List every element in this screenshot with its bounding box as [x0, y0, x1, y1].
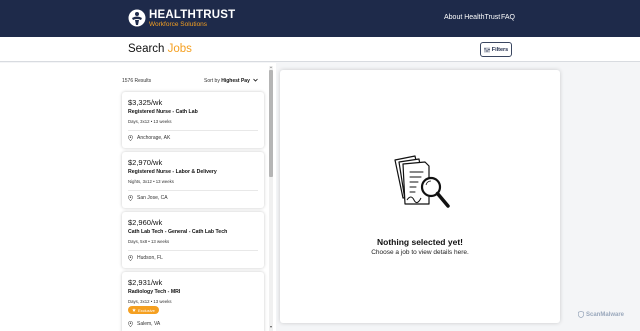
job-pay: $3,325/wk — [128, 98, 163, 107]
job-pay: $2,960/wk — [128, 218, 163, 227]
card-divider — [128, 250, 258, 251]
job-pay: $2,931/wk — [128, 278, 163, 287]
nav-about-link[interactable]: About HealthTrust — [444, 14, 500, 21]
scroll-down-icon[interactable]: ▾ — [269, 324, 273, 329]
filters-label: Filters — [491, 46, 509, 53]
job-title: Cath Lab Tech - General - Cath Lab Tech — [128, 229, 228, 235]
star-icon — [132, 308, 136, 312]
sort-dropdown[interactable]: Sort by Highest Pay — [204, 78, 259, 84]
badge-label: Exclusive — [138, 307, 155, 313]
location-pin-icon — [128, 255, 133, 261]
watermark-label: ScanMalware — [586, 311, 625, 318]
brand-title: HEALTHTRUST — [149, 9, 236, 21]
shield-icon — [578, 311, 584, 318]
search-bar: Search Jobs Filters — [0, 37, 640, 62]
job-location: Hudson, FL — [128, 255, 163, 261]
job-card[interactable]: $2,960/wk Cath Lab Tech - General - Cath… — [122, 212, 264, 268]
brand-subtitle: Workforce Solutions — [149, 21, 208, 28]
job-location: Salem, VA — [128, 321, 160, 327]
nav-faq-link[interactable]: FAQ — [501, 14, 515, 21]
scroll-up-icon[interactable]: ▲ — [269, 66, 273, 69]
scanmalware-watermark: ScanMalware — [578, 311, 624, 318]
job-location-text: Hudson, FL — [137, 255, 163, 261]
job-location: Anchorage, AK — [128, 135, 170, 141]
job-schedule: Nights, 3x12 • 13 weeks — [128, 179, 174, 184]
page-title-accent: Jobs — [167, 43, 192, 55]
page-title: Search Jobs — [128, 43, 192, 55]
card-divider — [128, 130, 258, 131]
location-pin-icon — [128, 195, 133, 201]
job-schedule: Days, 3x12 • 13 weeks — [128, 119, 172, 124]
job-title: Registered Nurse - Labor & Delivery — [128, 169, 217, 175]
job-card[interactable]: $3,325/wk Registered Nurse - Cath Lab Da… — [122, 92, 264, 148]
job-title: Registered Nurse - Cath Lab — [128, 109, 198, 115]
empty-state-title: Nothing selected yet! — [377, 237, 463, 247]
results-count: 1576 Results — [122, 78, 152, 84]
card-divider — [128, 190, 258, 191]
job-title: Radiology Tech - MRI — [128, 289, 181, 295]
job-location-text: Salem, VA — [137, 321, 161, 327]
empty-state-subtitle: Choose a job to view details here. — [371, 249, 469, 256]
job-pay: $2,970/wk — [128, 158, 163, 167]
job-location-text: Anchorage, AK — [137, 135, 171, 141]
documents-magnifier-icon — [394, 155, 450, 208]
scrollbar-thumb[interactable] — [269, 70, 273, 177]
sort-value: Highest Pay — [221, 78, 250, 84]
top-header: HEALTHTRUST Workforce Solutions About He… — [0, 0, 640, 37]
job-schedule: Days, 5x8 • 13 weeks — [128, 239, 170, 244]
page-title-prefix: Search — [128, 43, 165, 55]
list-scrollbar[interactable]: ▲ — [269, 66, 273, 331]
sort-prefix: Sort by — [204, 78, 220, 84]
job-card[interactable]: $2,970/wk Registered Nurse - Labor & Del… — [122, 152, 264, 208]
job-detail-panel: Nothing selected yet! Choose a job to vi… — [280, 70, 560, 323]
job-location: San Jose, CA — [128, 195, 168, 201]
brand-logo[interactable]: HEALTHTRUST Workforce Solutions — [128, 8, 235, 30]
filters-button[interactable]: Filters — [480, 42, 512, 57]
exclusive-badge: Exclusive — [128, 306, 159, 314]
job-location-text: San Jose, CA — [137, 195, 168, 201]
location-pin-icon — [128, 135, 133, 141]
job-schedule: Days, 3x12 • 13 weeks — [128, 299, 172, 304]
job-card[interactable]: $2,931/wk Radiology Tech - MRI Days, 3x1… — [122, 272, 264, 331]
chevron-down-icon — [253, 78, 259, 82]
location-pin-icon — [128, 321, 133, 327]
healthtrust-logo-icon — [128, 9, 146, 27]
filters-icon — [484, 47, 490, 52]
